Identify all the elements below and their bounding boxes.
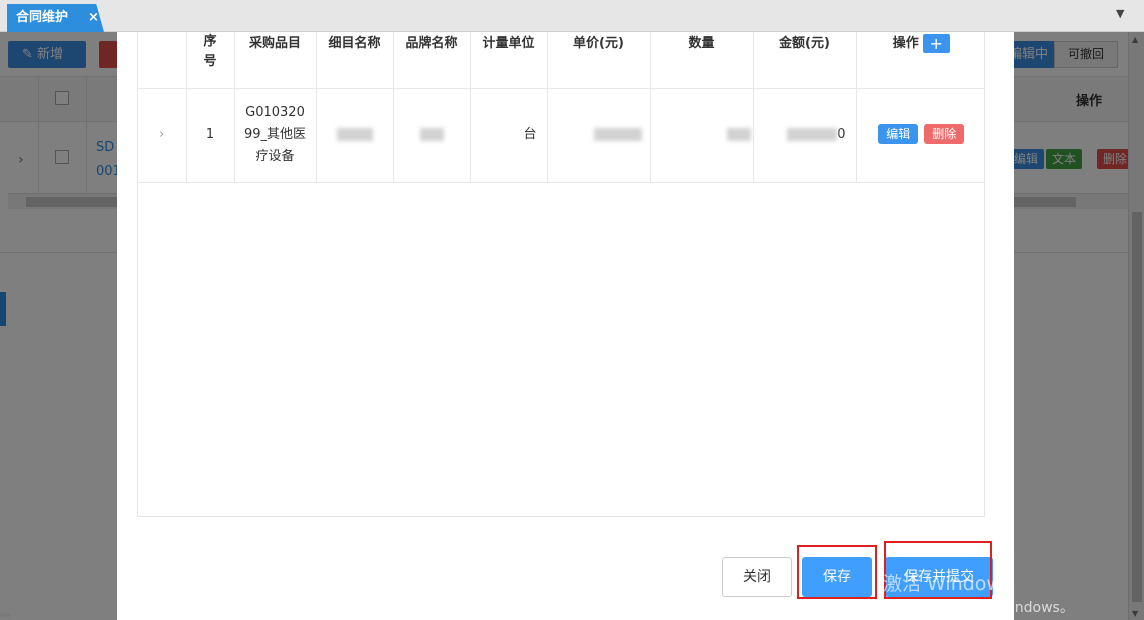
- row-ops-cell: 编辑 删除: [856, 88, 984, 183]
- expand-column-header: [138, 32, 187, 89]
- tab-contract-maintenance[interactable]: 合同维护 ×: [7, 4, 104, 32]
- item-grid: 序号 采购品目 细目名称 品牌名称 计量单位 单价(元) 数量 金额(元) 操作…: [137, 32, 985, 517]
- save-highlight-box: [797, 545, 877, 599]
- unit-cell: 台: [470, 88, 548, 183]
- quantity-column-header: 数量: [650, 32, 754, 89]
- add-row-button[interactable]: +: [922, 34, 950, 53]
- unit-price-column-header: 单价(元): [547, 32, 651, 89]
- unit-price-cell: [547, 88, 651, 183]
- amount-cell: 0: [753, 88, 857, 183]
- table-header-row: 序号 采购品目 细目名称 品牌名称 计量单位 单价(元) 数量 金额(元) 操作…: [138, 32, 984, 89]
- amount-column-header: 金额(元): [753, 32, 857, 89]
- category-cell: G01032099_其他医疗设备: [234, 88, 317, 183]
- windows-activation-watermark: 激活 Windows: [883, 573, 1012, 595]
- item-name-cell: [316, 88, 394, 183]
- brand-cell: [393, 88, 471, 183]
- unit-column-header: 计量单位: [470, 32, 548, 89]
- bottom-status-text: ...: [0, 606, 11, 619]
- redacted-value: [593, 128, 642, 141]
- redacted-value: [336, 128, 373, 141]
- brand-column-header: 品牌名称: [393, 32, 471, 89]
- item-name-column-header: 细目名称: [316, 32, 394, 89]
- window-dropdown-icon[interactable]: ▼: [1116, 7, 1124, 20]
- seq-cell: 1: [186, 88, 235, 183]
- tab-title: 合同维护: [16, 10, 69, 25]
- redacted-value: [726, 128, 751, 141]
- tab-bar: 合同维护 × ▼: [0, 0, 1144, 32]
- category-column-header: 采购品目: [234, 32, 317, 89]
- seq-column-header: 序号: [186, 32, 235, 89]
- redacted-value: [787, 128, 838, 141]
- row-edit-button[interactable]: 编辑: [878, 124, 919, 144]
- redacted-value: [419, 128, 444, 141]
- row-delete-button[interactable]: 删除: [924, 124, 965, 144]
- contract-item-dialog: 序号 采购品目 细目名称 品牌名称 计量单位 单价(元) 数量 金额(元) 操作…: [117, 32, 1014, 620]
- tab-close-icon[interactable]: ×: [88, 4, 99, 32]
- table-row: › 1 G01032099_其他医疗设备 台 0 编辑 删除: [138, 88, 984, 183]
- item-table: 序号 采购品目 细目名称 品牌名称 计量单位 单价(元) 数量 金额(元) 操作…: [138, 32, 984, 183]
- row-expand-cell[interactable]: ›: [138, 88, 187, 183]
- ops-column-header: 操作 +: [856, 32, 984, 89]
- windows-activation-hint: 转到"设置"以激活 Windows。: [882, 600, 1074, 616]
- close-button[interactable]: 关闭: [722, 557, 792, 597]
- quantity-cell: [650, 88, 754, 183]
- chevron-right-icon[interactable]: ›: [159, 127, 164, 142]
